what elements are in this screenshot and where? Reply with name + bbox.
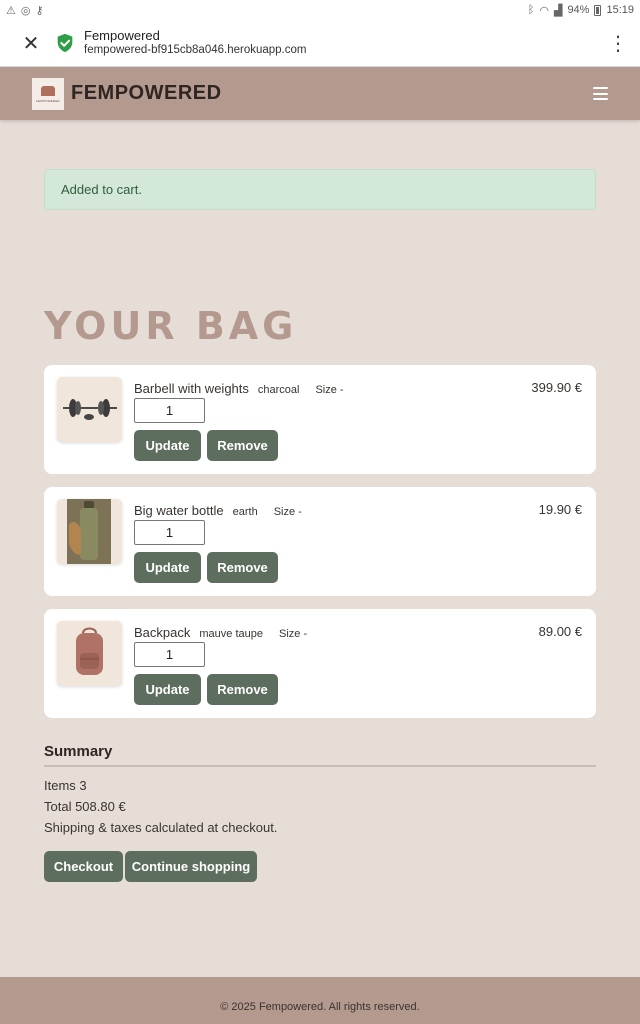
summary-items-count: Items 3 <box>44 778 87 793</box>
item-details: Barbell with weights charcoal Size - <box>134 381 344 396</box>
cart-item: Barbell with weights charcoal Size - 399… <box>44 365 596 474</box>
quantity-input[interactable] <box>134 398 205 423</box>
sync-icon: ◎ <box>20 4 31 17</box>
secure-shield-icon[interactable] <box>54 32 76 54</box>
product-image-water-bottle[interactable] <box>57 499 122 564</box>
summary-divider <box>44 765 596 767</box>
update-button[interactable]: Update <box>134 674 201 705</box>
backpack-icon <box>57 621 122 686</box>
item-color: earth <box>232 506 258 518</box>
status-bar: ⚠ ◎ ⚷ ᛒ ◠ ▟ 94% 15:19 <box>0 0 640 20</box>
cart-item: Backpack mauve taupe Size - 89.00 € Upda… <box>44 609 596 718</box>
quantity-input[interactable] <box>134 520 205 545</box>
item-name[interactable]: Barbell with weights <box>134 381 249 396</box>
item-price: 89.00 € <box>538 624 582 639</box>
product-image-barbell[interactable] <box>57 377 122 442</box>
logo[interactable]: FEMPOWERED <box>32 77 64 110</box>
item-size: Size - <box>278 628 308 640</box>
summary-shipping-note: Shipping & taxes calculated at checkout. <box>44 820 278 835</box>
more-options-icon[interactable]: ⋮ <box>608 31 628 56</box>
item-size: Size - <box>273 506 302 518</box>
item-price: 19.90 € <box>538 502 582 517</box>
barbell-icon <box>57 377 122 442</box>
remove-button[interactable]: Remove <box>207 552 278 583</box>
battery-icon <box>594 4 602 16</box>
item-name[interactable]: Backpack <box>134 625 190 640</box>
success-alert: Added to cart. <box>44 169 596 210</box>
brand-name[interactable]: FEMPOWERED <box>71 82 222 105</box>
item-color: mauve taupe <box>199 628 263 640</box>
water-bottle-icon <box>57 499 122 564</box>
remove-button[interactable]: Remove <box>207 674 278 705</box>
close-icon[interactable]: ✕ <box>16 28 46 58</box>
url-area[interactable]: Fempowered fempowered-bf915cb8a046.herok… <box>84 29 608 57</box>
battery-percent: 94% <box>567 4 590 16</box>
bluetooth-icon: ᛒ <box>527 4 535 16</box>
clock: 15:19 <box>606 4 634 16</box>
item-details: Big water bottle earth Size - <box>134 503 302 518</box>
item-details: Backpack mauve taupe Size - <box>134 625 307 640</box>
hamburger-menu-icon[interactable] <box>593 87 608 100</box>
wifi-icon: ◠ <box>539 4 549 17</box>
site-title: Fempowered <box>84 28 160 43</box>
key-icon: ⚷ <box>35 4 44 17</box>
site-header: FEMPOWERED FEMPOWERED <box>0 67 640 120</box>
continue-shopping-button[interactable]: Continue shopping <box>125 851 257 882</box>
browser-toolbar: ✕ Fempowered fempowered-bf915cb8a046.her… <box>0 20 640 67</box>
quantity-input[interactable] <box>134 642 205 667</box>
item-price: 399.90 € <box>531 380 582 395</box>
logo-figure-icon <box>41 85 55 96</box>
status-bar-left: ⚠ ◎ ⚷ <box>6 4 44 17</box>
update-button[interactable]: Update <box>134 552 201 583</box>
page-title: YOUR BAG <box>44 304 298 348</box>
logo-text: FEMPOWERED <box>36 98 60 103</box>
item-color: charcoal <box>257 384 300 396</box>
checkout-button[interactable]: Checkout <box>44 851 123 882</box>
item-size: Size - <box>315 384 344 396</box>
copyright-text: © 2025 Fempowered. All rights reserved. <box>220 1000 420 1013</box>
status-bar-right: ᛒ ◠ ▟ 94% 15:19 <box>528 4 634 17</box>
product-image-backpack[interactable] <box>57 621 122 686</box>
site-footer: © 2025 Fempowered. All rights reserved. <box>0 977 640 1024</box>
item-name[interactable]: Big water bottle <box>134 503 224 518</box>
summary-total: Total 508.80 € <box>44 799 126 814</box>
update-button[interactable]: Update <box>134 430 201 461</box>
site-url: fempowered-bf915cb8a046.herokuapp.com <box>84 44 307 56</box>
cart-item: Big water bottle earth Size - 19.90 € Up… <box>44 487 596 596</box>
remove-button[interactable]: Remove <box>207 430 278 461</box>
signal-icon: ▟ <box>553 4 563 17</box>
warning-icon: ⚠ <box>6 4 16 17</box>
summary-title: Summary <box>44 743 113 760</box>
